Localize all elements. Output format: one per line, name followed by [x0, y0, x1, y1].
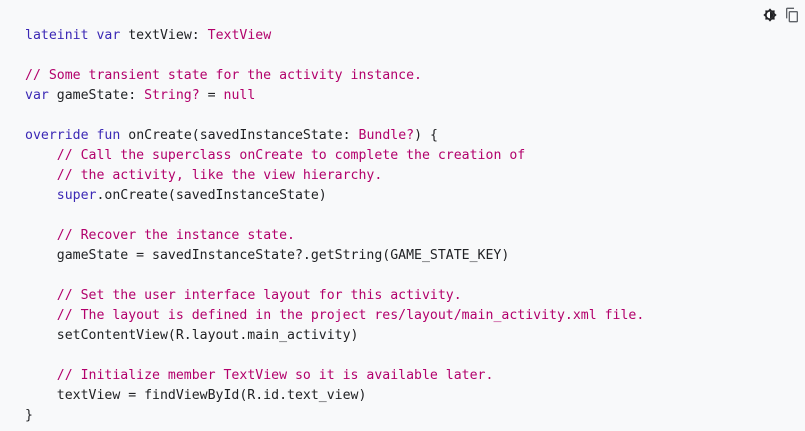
code-token: null: [223, 88, 256, 103]
code-token: }: [25, 408, 33, 423]
code-line: super.onCreate(savedInstanceState): [25, 186, 644, 206]
code-token: onCreate(savedInstanceState:: [120, 128, 359, 143]
code-line: // Some transient state for the activity…: [25, 66, 644, 86]
code-token: super: [56, 188, 97, 203]
code-token: lateinit: [25, 28, 97, 43]
code-line: textView = findViewById(R.id.text_view): [25, 386, 644, 406]
code-token: setContentView(R.layout.main_activity): [25, 328, 359, 343]
code-comment: // the activity, like the view hierarchy…: [56, 168, 383, 183]
code-line: // The layout is defined in the project …: [25, 306, 645, 326]
code-token: .onCreate(savedInstanceState): [96, 188, 327, 203]
code-block: lateinit var textView: TextView // Some t…: [0, 0, 805, 431]
code-content: lateinit var textView: TextView // Some t…: [25, 26, 644, 426]
copy-button[interactable]: [783, 6, 801, 24]
code-line: lateinit var textView: TextView: [25, 26, 644, 46]
code-line: // the activity, like the view hierarchy…: [25, 166, 644, 186]
code-token: Bundle?: [358, 128, 415, 143]
code-line: // Recover the instance state.: [25, 226, 644, 246]
code-line: }: [25, 406, 644, 426]
code-token: var: [96, 28, 121, 43]
code-line: setContentView(R.layout.main_activity): [25, 326, 644, 346]
theme-toggle-button[interactable]: [761, 6, 779, 24]
copy-icon: [784, 7, 800, 23]
code-line: // Set the user interface layout for thi…: [25, 286, 644, 306]
code-token: fun: [96, 128, 121, 143]
code-comment: // Recover the instance state.: [56, 228, 295, 243]
brightness-icon: [762, 7, 778, 23]
code-token: ) {: [414, 128, 438, 143]
code-token: textView = findViewById(R.id.text_view): [25, 388, 367, 403]
code-token: gameState:: [48, 88, 145, 103]
code-token: TextView: [207, 28, 272, 43]
code-comment: // The layout is defined in the project …: [56, 308, 645, 323]
code-token: gameState = savedInstanceState?.getStrin…: [25, 248, 510, 263]
code-token: textView:: [120, 28, 208, 43]
code-line: // Call the superclass onCreate to compl…: [25, 146, 644, 166]
code-comment: // Set the user interface layout for thi…: [56, 288, 462, 303]
code-comment: // Call the superclass onCreate to compl…: [56, 148, 526, 163]
code-comment: // Initialize member TextView so it is a…: [56, 368, 494, 383]
code-token: =: [199, 88, 224, 103]
code-token: var: [25, 88, 49, 103]
code-line: gameState = savedInstanceState?.getStrin…: [25, 246, 644, 266]
code-line: // Initialize member TextView so it is a…: [25, 366, 644, 386]
code-token: override: [25, 128, 89, 143]
code-comment: // Some transient state for the activity…: [25, 68, 422, 83]
code-toolbar: [761, 6, 801, 24]
code-line: override fun onCreate(savedInstanceState…: [25, 126, 644, 146]
code-token: String?: [144, 88, 200, 103]
code-line: var gameState: String? = null: [25, 86, 644, 106]
